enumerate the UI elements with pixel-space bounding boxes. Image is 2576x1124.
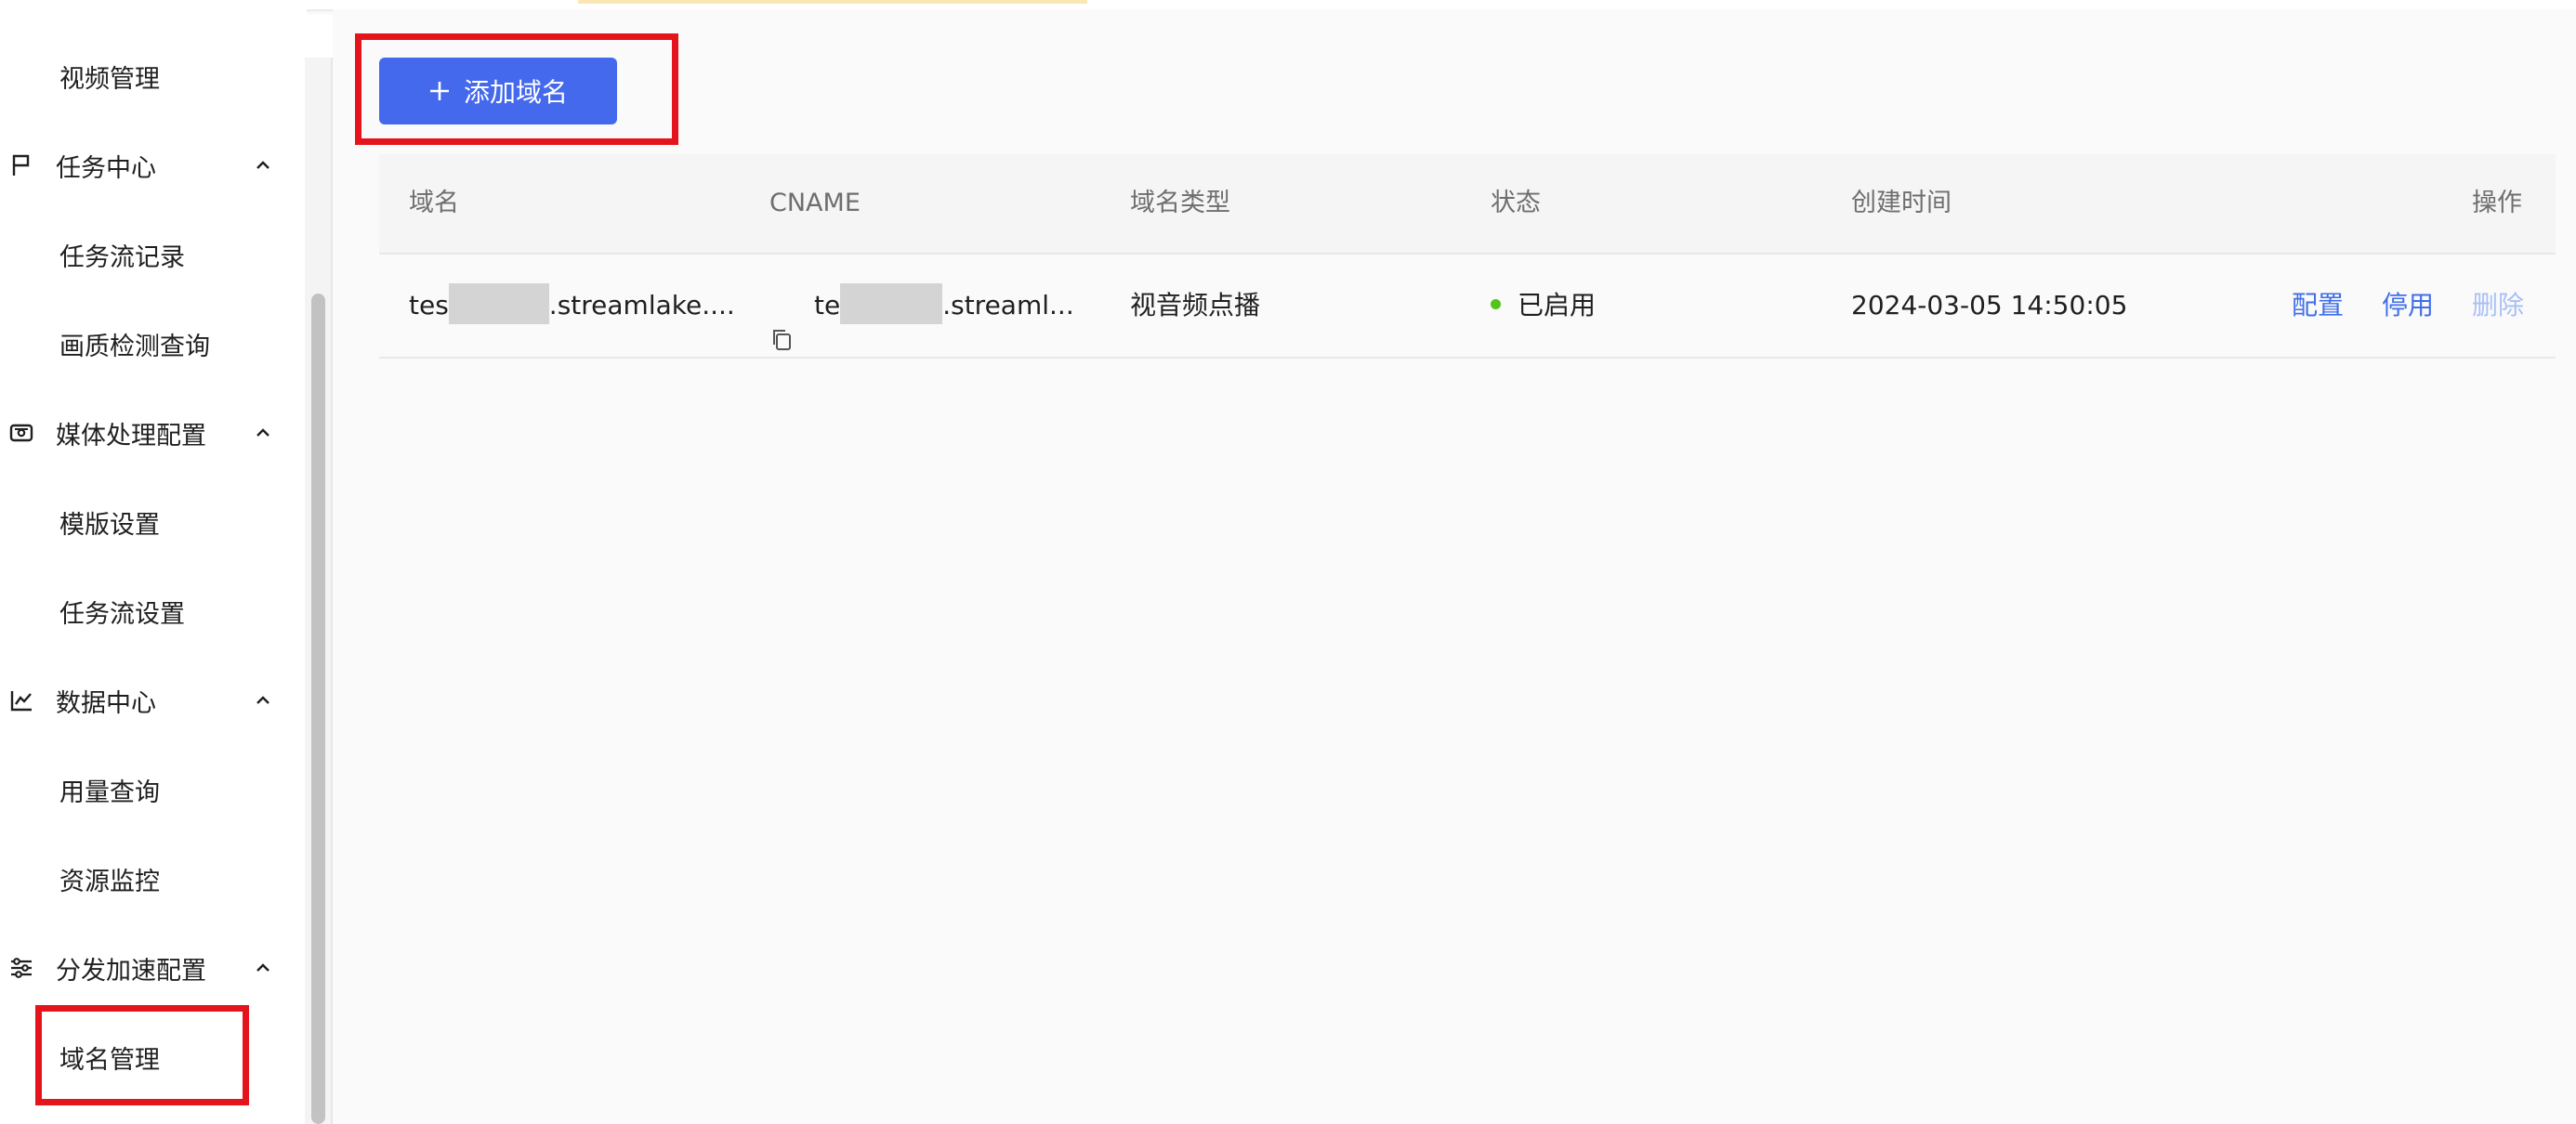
sidebar-item-quality-check-query[interactable]: 画质检测查询: [0, 316, 297, 372]
column-header-created-time: 创建时间: [1851, 189, 1952, 217]
domain-cell: tes .streamlake....: [409, 255, 735, 357]
status-text: 已启用: [1518, 290, 1597, 320]
sidebar-group-media-processing[interactable]: 媒体处理配置: [0, 405, 297, 461]
sidebar-item-label: 任务流设置: [59, 599, 185, 629]
cname-cell: te .streaml...: [769, 255, 1074, 357]
chevron-up-icon[interactable]: [251, 688, 275, 712]
domain-table: 域名 CNAME 域名类型 状态 创建时间 操作 tes .streamlake.…: [379, 154, 2556, 359]
status-cell: 已启用: [1491, 255, 1596, 357]
redaction-block: [448, 283, 549, 324]
sidebar-group-distribution-acceleration[interactable]: 分发加速配置: [0, 940, 297, 996]
flag-icon: [7, 151, 35, 179]
chevron-up-icon[interactable]: [251, 421, 275, 445]
table-header: 域名 CNAME 域名类型 状态 创建时间 操作: [379, 154, 2556, 255]
sidebar-item-label: 资源监控: [59, 867, 160, 896]
sidebar-group-label: 任务中心: [56, 153, 156, 183]
column-header-domain-type: 域名类型: [1130, 189, 1230, 217]
sidebar-group-data-center[interactable]: 数据中心: [0, 673, 297, 728]
sidebar-group-label: 数据中心: [56, 688, 156, 718]
highlight-box-domain-management: [35, 1005, 249, 1105]
column-header-status: 状态: [1491, 189, 1541, 217]
sidebar-item-label: 视频管理: [59, 64, 160, 94]
domain-type-cell: 视音频点播: [1130, 290, 1261, 320]
redaction-block: [840, 283, 943, 324]
sidebar-item-template-settings[interactable]: 模版设置: [0, 494, 297, 550]
sidebar-group-label: 媒体处理配置: [56, 421, 206, 451]
chevron-up-icon[interactable]: [251, 153, 275, 177]
config-link[interactable]: 配置: [2292, 255, 2344, 357]
column-header-domain: 域名: [409, 189, 459, 217]
sidebar-item-label: 用量查询: [59, 778, 160, 807]
sidebar-item-label: 模版设置: [59, 510, 160, 540]
media-box-icon: [7, 419, 35, 447]
sidebar-item-video-management[interactable]: 视频管理: [0, 48, 297, 104]
page: 视频管理 任务中心 任务流记录 画质检测查询 媒体处理配置 模版设置 任务流设置…: [0, 0, 2576, 1124]
sliders-icon: [7, 954, 35, 982]
status-dot: [1491, 299, 1501, 309]
sidebar-group-task-center[interactable]: 任务中心: [0, 137, 297, 193]
created-time-cell: 2024-03-05 14:50:05: [1851, 290, 2128, 320]
column-header-cname: CNAME: [769, 189, 861, 217]
table-row: tes .streamlake.... te .streaml... 视音频点播 已…: [379, 255, 2556, 359]
sidebar-item-label: 画质检测查询: [59, 332, 210, 361]
sidebar-scrollbar-thumb[interactable]: [311, 294, 325, 1124]
chevron-up-icon[interactable]: [251, 956, 275, 980]
sidebar-item-task-flow-records[interactable]: 任务流记录: [0, 227, 297, 282]
sidebar-item-usage-query[interactable]: 用量查询: [0, 762, 297, 817]
column-header-actions: 操作: [2472, 189, 2522, 217]
sidebar-item-resource-monitoring[interactable]: 资源监控: [0, 851, 297, 907]
sidebar-group-label: 分发加速配置: [56, 956, 206, 986]
top-highlight: [578, 0, 1087, 4]
domain-suffix: .streamlake....: [548, 290, 735, 320]
cname-prefix: te: [814, 290, 841, 320]
domain-prefix: tes: [409, 290, 449, 320]
sidebar: 视频管理 任务中心 任务流记录 画质检测查询 媒体处理配置 模版设置 任务流设置…: [0, 9, 307, 1124]
sidebar-item-task-flow-settings[interactable]: 任务流设置: [0, 583, 297, 639]
disable-link[interactable]: 停用: [2382, 255, 2434, 357]
cname-suffix: .streaml...: [942, 290, 1074, 320]
sidebar-item-label: 任务流记录: [59, 242, 185, 272]
copy-icon[interactable]: [769, 292, 794, 350]
delete-link[interactable]: 删除: [2472, 255, 2524, 357]
highlight-box-add-domain: [355, 33, 678, 145]
line-chart-icon: [7, 686, 35, 714]
